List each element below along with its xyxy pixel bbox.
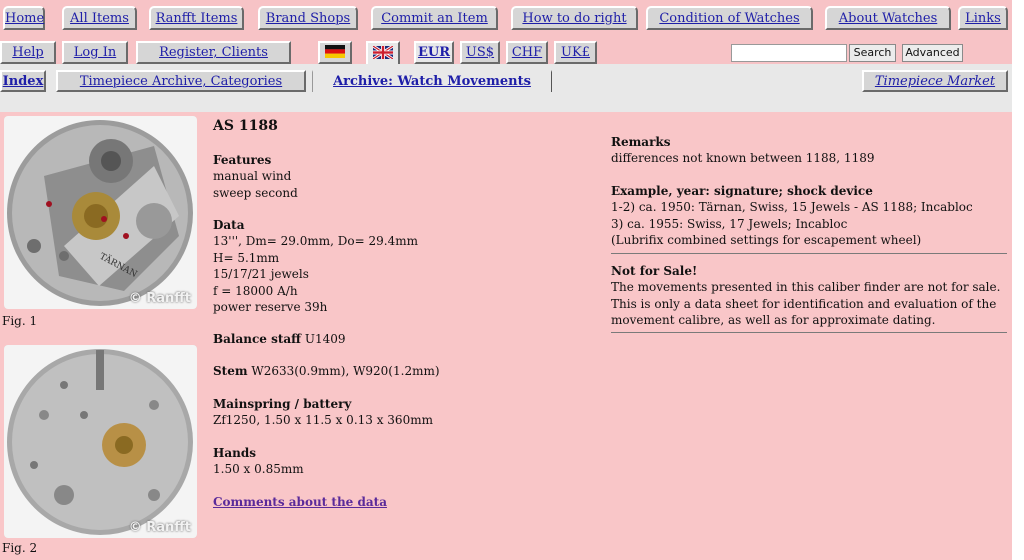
not-for-sale-heading: Not for Sale! <box>611 264 698 278</box>
balance-heading: Balance staff <box>213 332 302 346</box>
hands-section: Hands 1.50 x 0.85mm <box>213 445 603 478</box>
nav-register[interactable]: Register, Clients <box>136 41 291 64</box>
nav-login[interactable]: Log In <box>62 41 128 64</box>
nav-about-watches[interactable]: About Watches <box>825 6 951 30</box>
currency-ukp[interactable]: UK£ <box>554 41 597 64</box>
remarks-section: Remarks differences not known between 11… <box>611 134 1007 167</box>
currency-eur[interactable]: EUR <box>414 41 454 64</box>
features-heading: Features <box>213 153 272 167</box>
figure-caption-1: Fig. 1 <box>2 314 38 328</box>
data-heading: Data <box>213 218 245 232</box>
data-item: 15/17/21 jewels <box>213 267 309 282</box>
nav-ranfft-items[interactable]: Ranfft Items <box>149 6 244 30</box>
not-for-sale-text: The movements presented in this caliber … <box>611 280 1001 328</box>
stem-value: W2633(0.9mm), W920(1.2mm) <box>247 364 440 378</box>
search-input[interactable] <box>731 44 847 62</box>
currency-chf[interactable]: CHF <box>506 41 548 64</box>
page-scroll-strip <box>1012 0 1024 560</box>
example-item: (Lubrifix combined settings for escapeme… <box>611 233 922 248</box>
nav-home[interactable]: Home <box>3 6 45 30</box>
mainspring-heading: Mainspring / battery <box>213 397 352 411</box>
mainspring-value: Zf1250, 1.50 x 11.5 x 0.13 x 360mm <box>213 413 433 428</box>
balance-section: Balance staff U1409 <box>213 331 603 347</box>
nav-all-items[interactable]: All Items <box>62 6 137 30</box>
comments-link[interactable]: Comments about the data <box>213 495 387 509</box>
nav-timepiece-archive[interactable]: Timepiece Archive, Categories <box>56 70 306 92</box>
nav-commit-item[interactable]: Commit an Item <box>371 6 498 30</box>
nav-brand-shops[interactable]: Brand Shops <box>258 6 358 30</box>
hands-heading: Hands <box>213 446 256 460</box>
stem-heading: Stem <box>213 364 248 378</box>
nav-watch-movements[interactable]: Archive: Watch Movements <box>312 70 552 92</box>
nav-links[interactable]: Links <box>958 6 1008 30</box>
feature-item: manual wind <box>213 169 292 184</box>
movement-photo-1[interactable]: TÄRNAN © Ranfft <box>4 116 197 309</box>
data-item: 13''', Dm= 29.0mm, Do= 29.4mm <box>213 234 418 249</box>
nav-timepiece-market[interactable]: Timepiece Market <box>862 70 1008 92</box>
watermark-2: © Ranfft <box>128 520 191 535</box>
movement-data: AS 1188 Features manual wind sweep secon… <box>207 112 607 560</box>
remarks-text: differences not known between 1188, 1189 <box>611 151 875 166</box>
divider <box>611 253 1007 254</box>
figure-caption-2: Fig. 2 <box>2 541 38 555</box>
data-section: Data 13''', Dm= 29.0mm, Do= 29.4mm H= 5.… <box>213 217 603 315</box>
flag-de-tab[interactable] <box>318 41 352 64</box>
stem-section: Stem W2633(0.9mm), W920(1.2mm) <box>213 363 603 379</box>
example-item: 3) ca. 1955: Swiss, 17 Jewels; Incabloc <box>611 216 848 231</box>
currency-usd[interactable]: US$ <box>460 41 500 64</box>
search-button[interactable]: Search <box>849 44 896 62</box>
nav-how-to[interactable]: How to do right <box>511 6 638 30</box>
examples-section: Example, year: signature; shock device 1… <box>611 183 1007 249</box>
main-nav: Home All Items Ranfft Items Brand Shops … <box>0 0 1012 36</box>
archive-nav: Index Timepiece Archive, Categories Arch… <box>0 64 1012 112</box>
mainspring-section: Mainspring / battery Zf1250, 1.50 x 11.5… <box>213 396 603 429</box>
features-section: Features manual wind sweep second <box>213 152 603 201</box>
hands-value: 1.50 x 0.85mm <box>213 462 304 477</box>
german-flag-icon <box>325 43 345 62</box>
nav-condition[interactable]: Condition of Watches <box>646 6 813 30</box>
watermark-1: © Ranfft <box>128 291 191 306</box>
balance-value: U1409 <box>301 332 346 346</box>
remarks-heading: Remarks <box>611 135 671 149</box>
uk-flag-icon <box>372 44 394 63</box>
nav-help[interactable]: Help <box>0 41 56 64</box>
data-item: f = 18000 A/h <box>213 283 298 298</box>
comments-section: Comments about the data <box>213 494 603 510</box>
movement-photo-2[interactable]: © Ranfft <box>4 345 197 538</box>
data-item: power reserve 39h <box>213 300 328 315</box>
flag-uk-tab[interactable] <box>366 41 400 64</box>
remarks-column: Remarks differences not known between 11… <box>607 112 1012 560</box>
example-item: 1-2) ca. 1950: Tärnan, Swiss, 15 Jewels … <box>611 200 973 215</box>
nav-index[interactable]: Index <box>0 70 46 92</box>
movement-title: AS 1188 <box>213 118 278 134</box>
data-item: H= 5.1mm <box>213 250 280 265</box>
examples-heading: Example, year: signature; shock device <box>611 184 873 198</box>
feature-item: sweep second <box>213 185 298 200</box>
figure-column: TÄRNAN © Ranfft Fig. 1 © Ranfft Fig. 2 <box>0 112 207 560</box>
divider <box>611 332 1007 333</box>
not-for-sale-section: Not for Sale! The movements presented in… <box>611 263 1007 329</box>
advanced-search-button[interactable]: Advanced <box>902 44 963 62</box>
